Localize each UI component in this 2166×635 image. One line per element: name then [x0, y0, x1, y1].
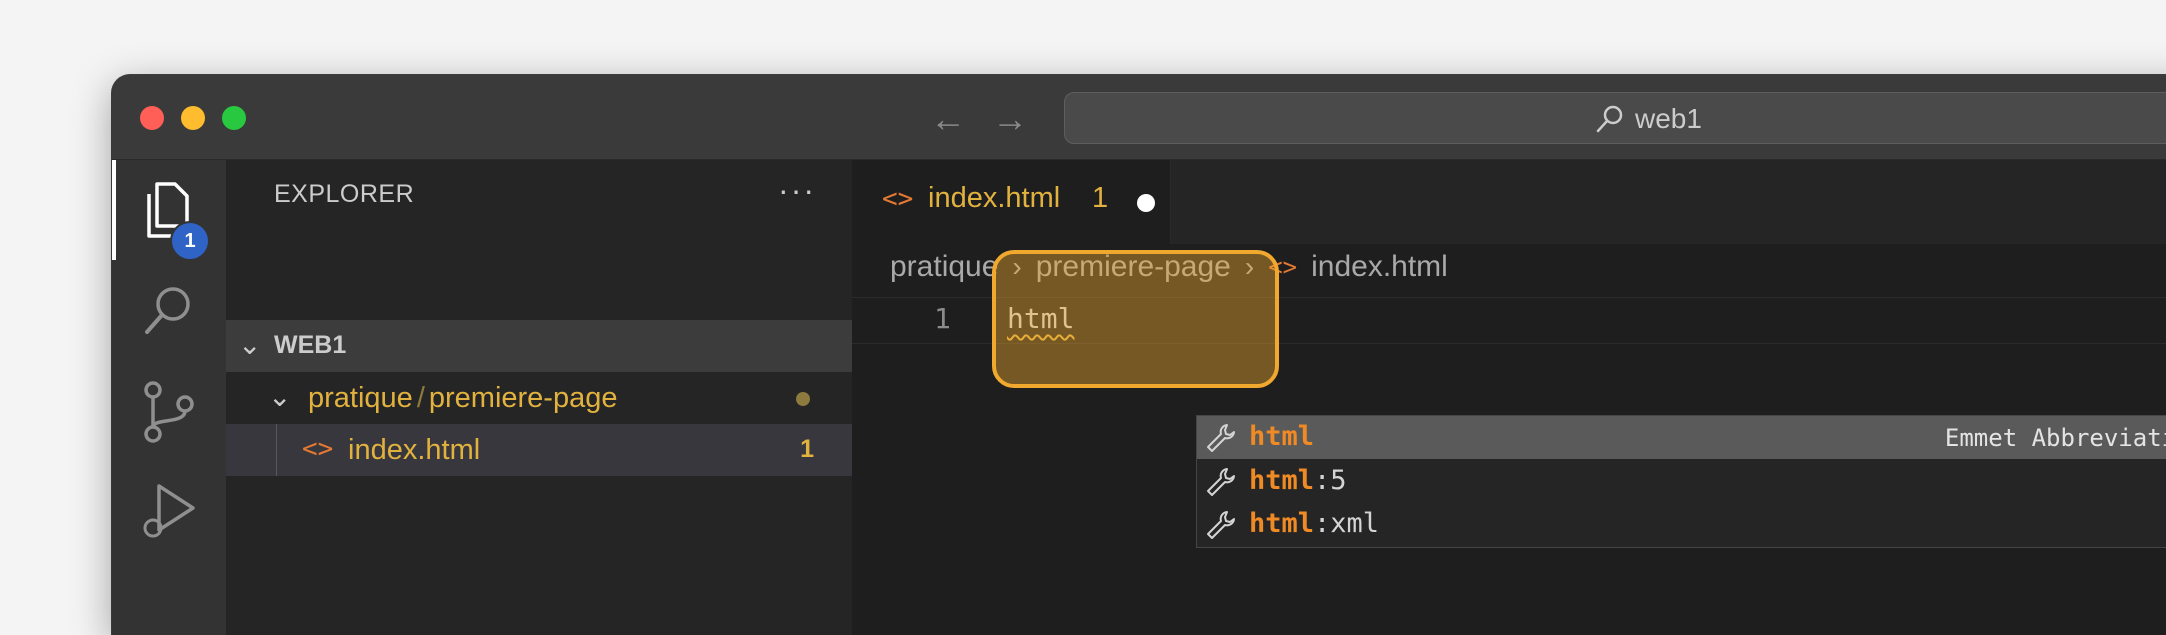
source-control-icon — [144, 381, 194, 443]
command-center-text: web1 — [1635, 103, 1702, 134]
suggestion-item[interactable]: html Emmet Abbreviation — [1197, 416, 2166, 459]
suggestion-item[interactable]: html:xml — [1197, 503, 2166, 546]
title-bar: ← → web1 — [112, 75, 2166, 160]
suggestion-item[interactable]: html:5 — [1197, 460, 2166, 503]
suggestion-widget: html Emmet Abbreviation html:5 html:xml — [1196, 415, 2166, 548]
tree-indent-guide — [276, 424, 277, 476]
suggestion-label: html:xml — [1249, 508, 1380, 539]
activity-explorer[interactable]: 1 — [112, 160, 226, 261]
suggestion-label: html — [1249, 421, 1315, 452]
tab-label: index.html — [928, 182, 1061, 214]
wrench-icon — [1207, 511, 1235, 539]
wrench-icon — [1207, 424, 1235, 452]
html-file-icon: <> — [302, 434, 334, 464]
folder-label: pratique / premiere-page — [308, 382, 618, 414]
activity-bar: 1 — [112, 160, 226, 635]
suggestion-detail: Emmet Abbreviation — [1944, 424, 2166, 452]
wrench-icon — [1207, 468, 1235, 496]
problem-count: 1 — [800, 435, 814, 463]
file-label: index.html — [348, 434, 481, 466]
explorer-badge: 1 — [170, 221, 210, 261]
activity-run-debug[interactable] — [112, 460, 226, 560]
workspace-root-label: WEB1 — [274, 331, 347, 359]
modified-dot-icon — [796, 392, 810, 406]
chevron-down-icon: ⌄ — [268, 381, 292, 412]
more-actions-icon[interactable]: ··· — [778, 172, 816, 209]
arrow-left-icon[interactable]: ← — [926, 97, 970, 141]
tab-problem-count: 1 — [1092, 182, 1109, 214]
suggestion-label: html:5 — [1249, 465, 1347, 496]
close-window-button[interactable] — [140, 106, 164, 130]
maximize-window-button[interactable] — [222, 106, 246, 130]
breadcrumb-item-pratique[interactable]: pratique — [890, 250, 998, 284]
search-icon — [1596, 105, 1623, 133]
file-item-index-html[interactable]: <> index.html 1 — [226, 424, 852, 476]
activity-source-control[interactable] — [112, 360, 226, 460]
minimize-window-button[interactable] — [181, 106, 205, 130]
chevron-down-icon: ⌄ — [238, 329, 262, 360]
folder-item[interactable]: ⌄ pratique / premiere-page — [226, 372, 852, 424]
editor-area: <> index.html 1 pratique › premiere-page… — [852, 160, 2166, 635]
tab-bar: <> index.html 1 — [852, 160, 2166, 244]
search-icon — [145, 287, 190, 334]
breadcrumb-item-index-html[interactable]: index.html — [1311, 250, 1448, 284]
vscode-window: ← → web1 1 EXPLORER ··· ⌄ WEB1 ⌄ pratiqu… — [112, 75, 2166, 635]
tab-index-html[interactable]: <> index.html 1 — [852, 160, 1171, 244]
workspace-root[interactable]: ⌄ WEB1 — [226, 320, 852, 372]
explorer-title: EXPLORER — [274, 180, 415, 208]
highlight-overlay — [992, 250, 1279, 388]
arrow-right-icon[interactable]: → — [988, 97, 1032, 141]
run-debug-icon — [143, 484, 195, 538]
line-number: 1 — [934, 302, 951, 335]
activity-search[interactable] — [112, 260, 226, 360]
html-file-icon: <> — [882, 184, 914, 214]
unsaved-dot-icon[interactable] — [1137, 194, 1155, 212]
command-center-search[interactable]: web1 — [1064, 92, 2166, 144]
explorer-sidebar: EXPLORER ··· ⌄ WEB1 ⌄ pratique / premiere-… — [226, 160, 852, 635]
